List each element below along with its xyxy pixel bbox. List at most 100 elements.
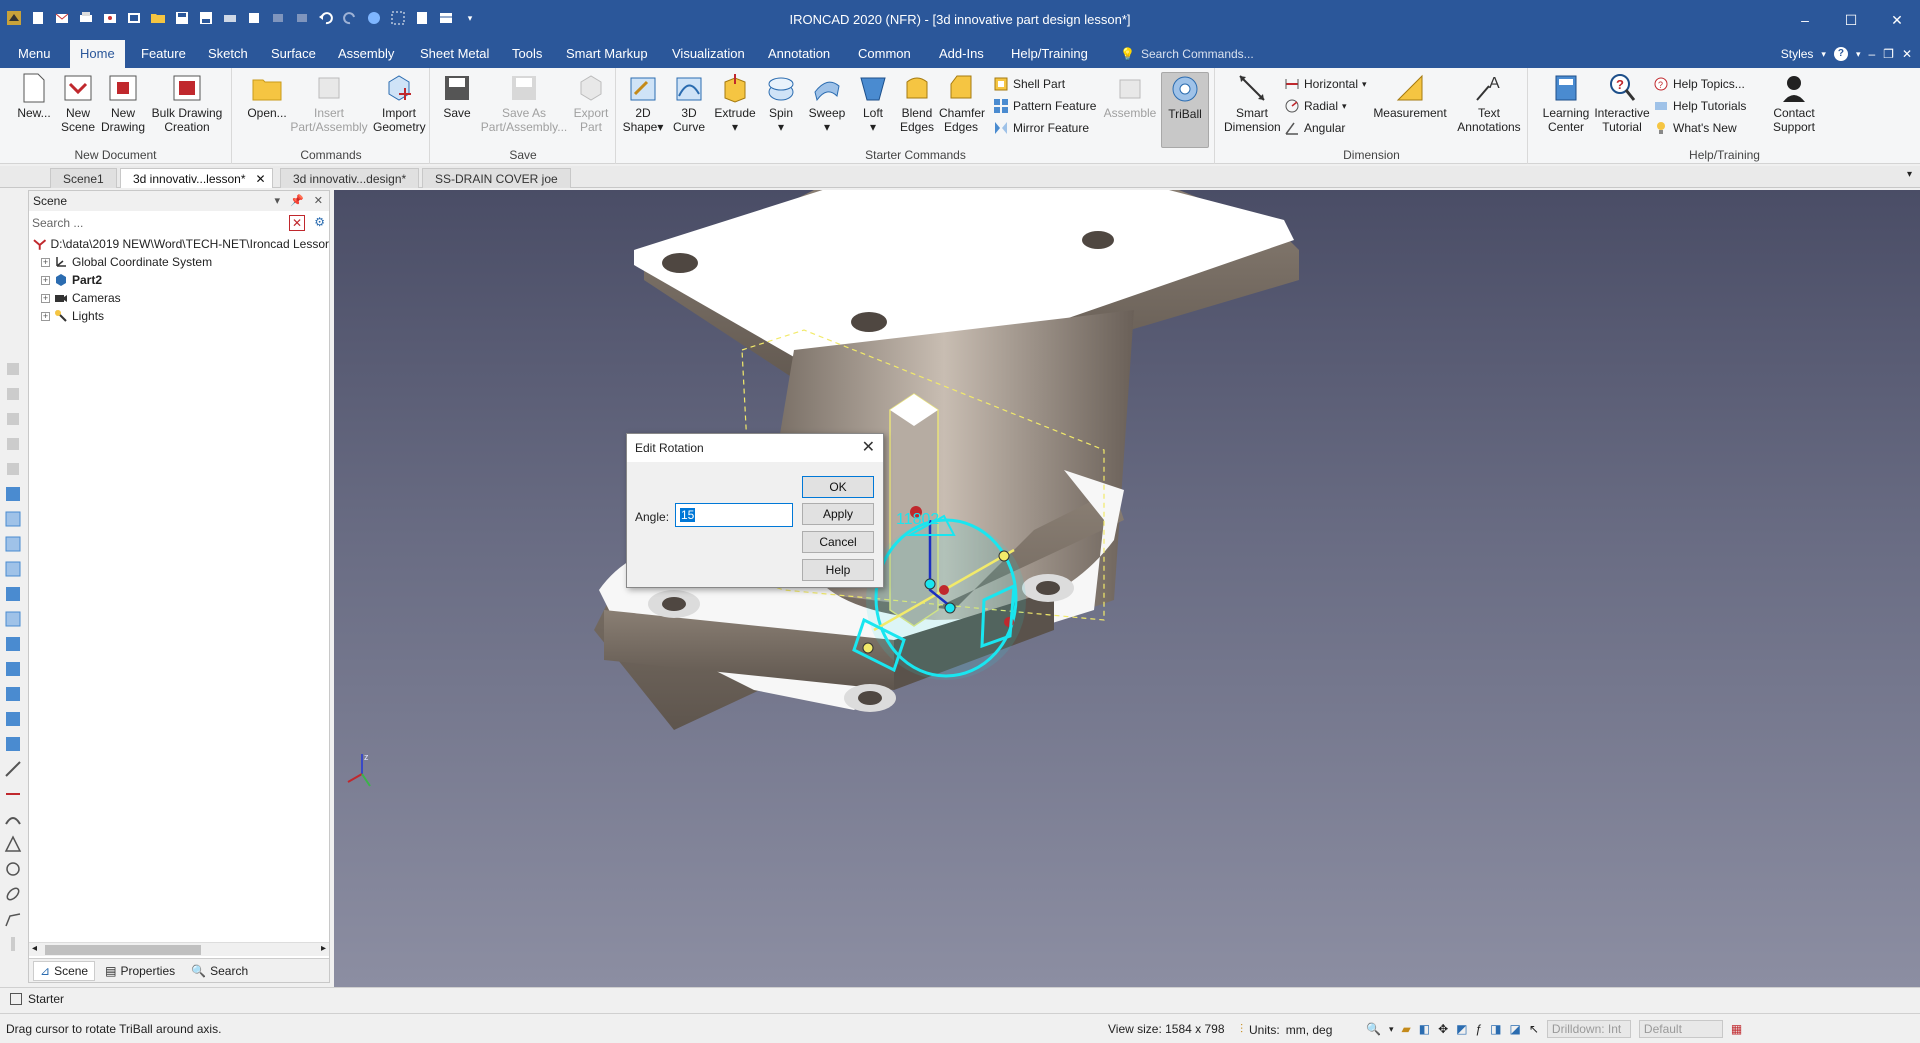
dialog-close-icon[interactable]: ✕ [862,434,875,462]
panel-tab-search[interactable]: 🔍 Search [185,961,254,981]
scene-horizontal-scrollbar[interactable]: ◂ ▸ [29,942,329,956]
clear-search-icon[interactable]: ✕ [289,215,305,231]
panel-pin-icon[interactable]: 📌 [290,191,304,211]
line-tool-icon[interactable] [4,760,22,778]
panel-tab-scene[interactable]: ⊿ Scene [33,960,96,981]
snap-center-icon[interactable] [4,460,22,478]
new-button[interactable]: New... [12,72,56,120]
view-iso2-icon[interactable] [4,660,22,678]
view-iso3-icon[interactable] [4,685,22,703]
help-topics-button[interactable]: ? Help Topics... [1653,74,1745,94]
radial-dimension-button[interactable]: Radial ▾ [1284,96,1347,116]
move-icon[interactable]: ✥ [1438,1022,1448,1036]
tab-assembly[interactable]: Assembly [328,40,404,68]
export-part-button[interactable]: Export Part [569,72,613,134]
zoom-icon[interactable]: 🔍 [1366,1022,1381,1036]
save-as-part-button[interactable]: Save As Part/Assembly... [479,72,569,134]
new-scene-button[interactable]: New Scene [56,72,100,134]
tree-node-global-coordinate-system[interactable]: + Global Coordinate System [33,253,329,271]
view-iso4-icon[interactable] [4,710,22,728]
expand-icon[interactable]: + [41,293,50,303]
measure-tool-icon[interactable] [4,785,22,803]
display-mode-icon[interactable]: ◨ [1490,1022,1501,1036]
snap-point-icon[interactable] [4,435,22,453]
3d-model-render[interactable]: 11802 z [334,190,1920,987]
ok-button[interactable]: OK [802,476,874,498]
help-chevron-icon[interactable]: ▾ [1856,49,1861,60]
contact-support-button[interactable]: Contact Support [1765,72,1823,134]
minimize-button[interactable]: – [1782,0,1828,40]
arc-tool-icon[interactable] [4,810,22,828]
drilldown-combo[interactable]: Drilldown: Int [1546,1020,1631,1038]
measurement-button[interactable]: Measurement [1372,72,1448,120]
grid-icon[interactable]: ▦ [1731,1022,1742,1036]
scroll-left-icon[interactable]: ◂ [32,943,37,954]
default-combo[interactable]: Default [1638,1020,1723,1038]
blend-edges-button[interactable]: Blend Edges [895,72,939,134]
view-top-icon[interactable] [4,585,22,603]
tab-sheet-metal[interactable]: Sheet Metal [410,40,499,68]
extrude-button[interactable]: Extrude ▾ [713,72,757,134]
units-value[interactable]: mm, deg [1286,1023,1333,1037]
cancel-button[interactable]: Cancel [802,531,874,553]
shape-2d-button[interactable]: 2D Shape▾ [621,72,665,134]
styles-chevron-icon[interactable]: ▾ [1821,49,1826,60]
doc-tab-scene1[interactable]: Scene1 [50,168,117,188]
curve-3d-button[interactable]: 3D Curve [667,72,711,134]
tab-annotation[interactable]: Annotation [758,40,840,68]
tab-visualization[interactable]: Visualization [662,40,755,68]
assemble-button[interactable]: Assemble [1103,72,1157,120]
ribbon-restore-icon[interactable]: ❐ [1883,47,1894,61]
circle-tool-icon[interactable] [4,860,22,878]
view-right-icon[interactable] [4,560,22,578]
snap-icon[interactable] [4,360,22,378]
bulk-drawing-button[interactable]: Bulk Drawing Creation [150,72,224,134]
insert-part-button[interactable]: Insert Part/Assembly [289,72,369,134]
tree-node-root[interactable]: D:\data\2019 NEW\Word\TECH-NET\Ironcad L… [33,235,329,253]
triangle-tool-icon[interactable] [4,835,22,853]
text-annotations-button[interactable]: A Text Annotations [1456,72,1522,134]
ribbon-close-icon[interactable]: ✕ [1902,47,1912,61]
polyline-tool-icon[interactable] [4,910,22,928]
ellipse-tool-icon[interactable] [4,885,22,903]
starter-icon[interactable] [10,992,22,1005]
help-tutorials-button[interactable]: Help Tutorials [1653,96,1746,116]
tab-smart-markup[interactable]: Smart Markup [556,40,658,68]
panel-dropdown-icon[interactable]: ▾ [275,191,281,211]
tree-node-cameras[interactable]: + Cameras [33,289,329,307]
smart-dimension-button[interactable]: Smart Dimension [1224,72,1281,134]
expand-icon[interactable]: + [41,275,50,285]
tab-home[interactable]: Home [70,40,125,68]
tab-feature[interactable]: Feature [131,40,196,68]
tab-sketch[interactable]: Sketch [198,40,258,68]
shading-icon[interactable]: ◪ [1510,1022,1521,1036]
doc-tab-close-icon[interactable]: ✕ [255,169,265,189]
render-icon[interactable]: ◩ [1456,1022,1467,1036]
apply-button[interactable]: Apply [802,503,874,525]
open-button[interactable]: Open... [245,72,289,120]
angle-input[interactable]: 15 [675,503,793,527]
tab-help-training[interactable]: Help/Training [1001,40,1098,68]
panel-close-icon[interactable]: ✕ [314,191,323,211]
3d-viewport[interactable]: 11802 z Edit Rotation ✕ Angle: 15 OK App… [334,190,1920,987]
angular-dimension-button[interactable]: Angular [1284,118,1345,138]
triball-button[interactable]: TriBall [1161,72,1209,148]
ribbon-minimize-icon[interactable]: – [1868,47,1875,61]
tab-add-ins[interactable]: Add-Ins [929,40,994,68]
starter-label[interactable]: Starter [28,992,64,1006]
search-filter-icon[interactable]: ⚙ [314,215,325,229]
scrollbar-thumb[interactable] [45,945,201,955]
pen-tool-icon[interactable] [4,935,22,953]
snap-edge-icon[interactable] [4,385,22,403]
zoom-dropdown-icon[interactable]: ▾ [1389,1024,1394,1035]
sweep-button[interactable]: Sweep ▾ [805,72,849,134]
mirror-feature-button[interactable]: Mirror Feature [993,118,1089,138]
tree-node-lights[interactable]: + Lights [33,307,329,325]
view-cube-icon[interactable]: ◧ [1419,1022,1430,1036]
styles-dropdown[interactable]: Styles [1781,47,1814,61]
view-front-icon[interactable] [4,485,22,503]
maximize-button[interactable]: ☐ [1828,0,1874,40]
shell-part-button[interactable]: Shell Part [993,74,1065,94]
expand-icon[interactable]: + [41,311,50,321]
search-commands[interactable]: 💡 Search Commands... [1120,45,1300,63]
